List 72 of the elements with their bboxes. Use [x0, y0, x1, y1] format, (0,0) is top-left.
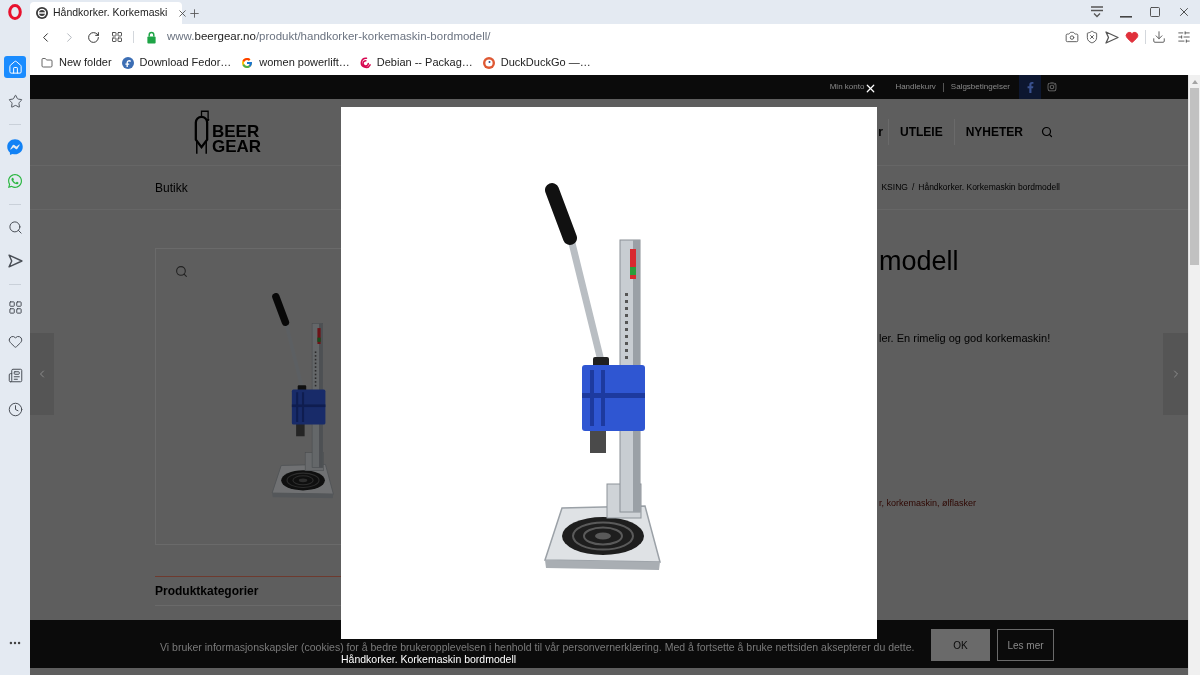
logo-text: BEER GEAR: [212, 124, 262, 154]
breadcrumb-separator: /: [911, 181, 915, 194]
bookmark[interactable]: women powerlift…: [241, 52, 350, 73]
product-tags: r, korkemaskin, ølflasker: [879, 498, 977, 509]
top-link[interactable]: Handlekurv: [895, 81, 936, 93]
download-icon: [1152, 30, 1166, 44]
send-icon: [1105, 30, 1119, 44]
o-ring-logo-icon[interactable]: [8, 4, 22, 20]
read-more-button[interactable]: Les mer: [997, 629, 1054, 661]
circle-logo-icon: [121, 56, 134, 69]
zoom-button[interactable]: [175, 265, 188, 278]
product-description: ler. En rimelig og god korkemaskin!: [879, 332, 1051, 345]
section-heading: Produktkategorier: [155, 576, 341, 606]
news-icon: [7, 367, 23, 383]
heart-icon: [7, 333, 23, 349]
folder-icon: [41, 56, 53, 69]
scrollbar-thumb[interactable]: [1190, 88, 1199, 265]
top-link[interactable]: Min konto: [829, 81, 865, 93]
chat-bubble-icon: [7, 139, 23, 155]
nav-link[interactable]: NYHETER: [965, 123, 1023, 141]
sidebar-button[interactable]: [4, 56, 26, 78]
grid-icon: [111, 31, 123, 43]
lightbox-caption: Håndkorker. Korkemaskin bordmodell: [341, 654, 517, 665]
magnifier-icon: [175, 265, 188, 278]
send-icon: [7, 254, 23, 268]
address-field[interactable]: www.beergear.no/produkt/handkorker-korkemaskin-bordmodell/: [167, 26, 1062, 48]
camera-icon: [1065, 30, 1079, 44]
bookmark[interactable]: New folder: [41, 52, 112, 73]
round-logo-icon: [36, 7, 48, 19]
star-icon: [7, 93, 23, 109]
lock-icon: [146, 30, 157, 44]
home-icon: [7, 59, 23, 75]
bookmark[interactable]: Debian -- Packag…: [359, 52, 473, 73]
cookie-notice: Vi bruker informasjonskapsler (cookies) for å bedre brukeropplevelsen i henhold til vår personvernerklæring. Med å fortsette å bruke nettsiden aksepterer du dette.: [160, 641, 915, 653]
close-tab-button[interactable]: [177, 7, 189, 19]
tank-icon: [193, 109, 210, 155]
search-icon: [7, 219, 23, 235]
search-icon: [1041, 126, 1053, 138]
breadcrumb-current: Håndkorker. Korkemaskin bordmodell: [918, 181, 1060, 194]
maximize-icon: [1148, 6, 1161, 18]
camera-logo-icon[interactable]: [1047, 82, 1057, 92]
close-icon: [864, 82, 877, 95]
facebook-link[interactable]: [1019, 75, 1041, 99]
reload-icon: [86, 30, 100, 44]
phone-chat-icon: [7, 173, 23, 189]
clock-icon: [7, 401, 23, 417]
minimize-icon: [1119, 15, 1132, 18]
tab-menu-icon: [1089, 6, 1104, 18]
nav-link[interactable]: UTLEIE: [900, 123, 943, 141]
bookmark[interactable]: DuckDuckGo —…: [482, 52, 591, 73]
tab-title: Håndkorker. Korkemaski: [53, 5, 168, 21]
scroll-up-arrow-icon[interactable]: [1191, 80, 1198, 84]
settings-icon: [1177, 30, 1191, 44]
swirl-logo-icon: [359, 56, 371, 69]
grid-icon: [7, 299, 23, 315]
accept-button[interactable]: OK: [931, 629, 990, 661]
product-title: modell: [879, 246, 959, 276]
heart-icon: [1125, 30, 1139, 44]
nav-link[interactable]: r: [878, 123, 883, 141]
f-logo-icon: [1026, 81, 1034, 93]
sidebar-button[interactable]: [4, 136, 26, 158]
plus-icon: [187, 6, 201, 20]
close-icon: [177, 7, 189, 19]
close-lightbox-button[interactable]: [864, 82, 877, 95]
search-button[interactable]: [1041, 126, 1053, 138]
g-logo-icon: [241, 56, 254, 69]
bookmark[interactable]: Download Fedor…: [121, 52, 232, 73]
section-title: Butikk: [155, 179, 188, 197]
shield-icon: [1085, 30, 1099, 44]
top-link[interactable]: Salgsbetingelser: [950, 81, 1010, 93]
duck-logo-icon: [482, 56, 495, 69]
breadcrumb-link[interactable]: KSING: [881, 181, 908, 194]
